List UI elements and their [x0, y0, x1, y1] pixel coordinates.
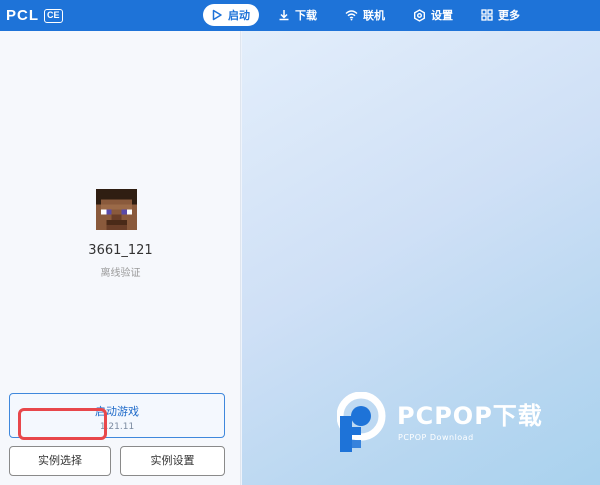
- tab-multiplayer-label: 联机: [363, 9, 385, 22]
- watermark-logo-icon: [337, 392, 386, 452]
- grid-icon: [481, 9, 493, 21]
- instance-settings-button[interactable]: 实例设置: [120, 446, 225, 476]
- tab-download[interactable]: 下载: [270, 4, 326, 26]
- launch-panel: 3661_121 离线验证 启动游戏 1.21.11 实例选择 实例设置: [0, 31, 241, 485]
- app-brand: PCL: [6, 7, 39, 24]
- wifi-icon: [345, 10, 358, 21]
- launch-game-label: 启动游戏: [95, 405, 139, 418]
- watermark-text: PCPOP下载: [397, 402, 543, 430]
- player-avatar[interactable]: [96, 189, 137, 230]
- gear-icon: [414, 8, 425, 22]
- launch-game-button[interactable]: 启动游戏 1.21.11: [9, 393, 225, 438]
- instance-select-button[interactable]: 实例选择: [9, 446, 111, 476]
- tab-download-label: 下载: [295, 9, 317, 22]
- tab-settings-label: 设置: [431, 9, 453, 22]
- watermark: PCPOP下载 PCPOP Download: [337, 392, 597, 462]
- main-nav: 启动 下载 联机 设置 更多: [203, 4, 540, 26]
- app-logo: PCL CE: [6, 7, 63, 24]
- watermark-subtext: PCPOP Download: [398, 433, 474, 442]
- tab-more-label: 更多: [498, 9, 520, 22]
- auth-type: 离线验证: [100, 268, 141, 279]
- edition-badge: CE: [44, 8, 63, 23]
- player-username: 3661_121: [88, 243, 153, 258]
- tab-multiplayer[interactable]: 联机: [337, 4, 394, 26]
- tab-more[interactable]: 更多: [473, 4, 529, 26]
- tab-settings[interactable]: 设置: [405, 4, 462, 26]
- game-version: 1.21.11: [99, 422, 135, 432]
- download-icon: [279, 10, 289, 21]
- play-icon: [212, 9, 222, 21]
- tab-launch-label: 启动: [228, 9, 250, 22]
- tab-launch[interactable]: 启动: [203, 4, 259, 26]
- title-bar: PCL CE 启动 下载 联机 设置 更多: [0, 0, 600, 31]
